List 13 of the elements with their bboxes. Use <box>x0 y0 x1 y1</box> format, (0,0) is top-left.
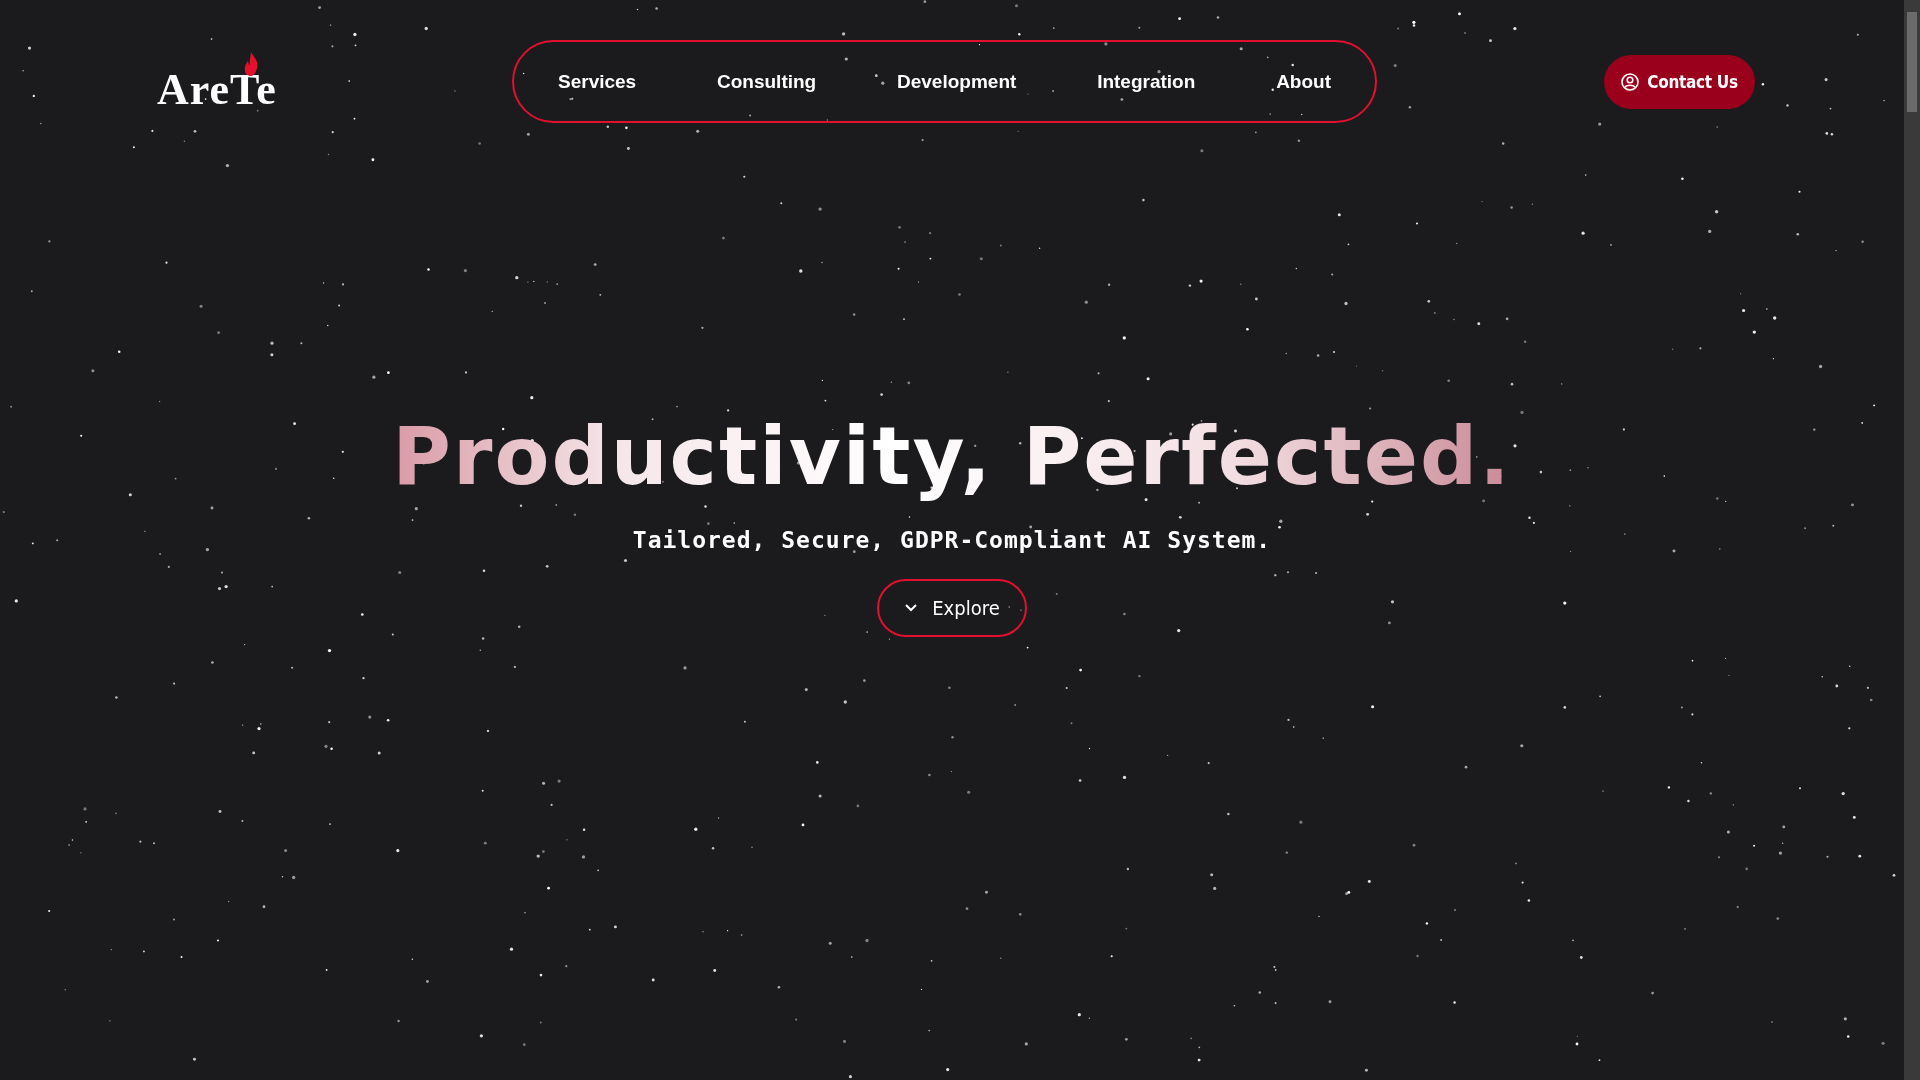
nav-link[interactable]: About <box>1256 62 1351 101</box>
nav-link[interactable]: Services <box>538 62 657 101</box>
flame-icon <box>242 51 260 76</box>
nav-link[interactable]: Integration <box>1077 62 1216 101</box>
explore-button[interactable]: Explore <box>877 579 1027 637</box>
chevron-down-icon <box>904 603 919 613</box>
contact-button[interactable]: Contact Us <box>1604 54 1755 109</box>
nav-link[interactable]: Development <box>877 62 1037 101</box>
hero-subtitle: Tailored, Secure, GDPR-Compliant AI System. <box>632 527 1272 553</box>
logo-text[interactable]: AreTe <box>157 67 277 112</box>
scrollbar[interactable] <box>1904 0 1920 1080</box>
nav-link[interactable]: Consulting <box>697 62 837 101</box>
user-icon <box>1621 72 1640 91</box>
